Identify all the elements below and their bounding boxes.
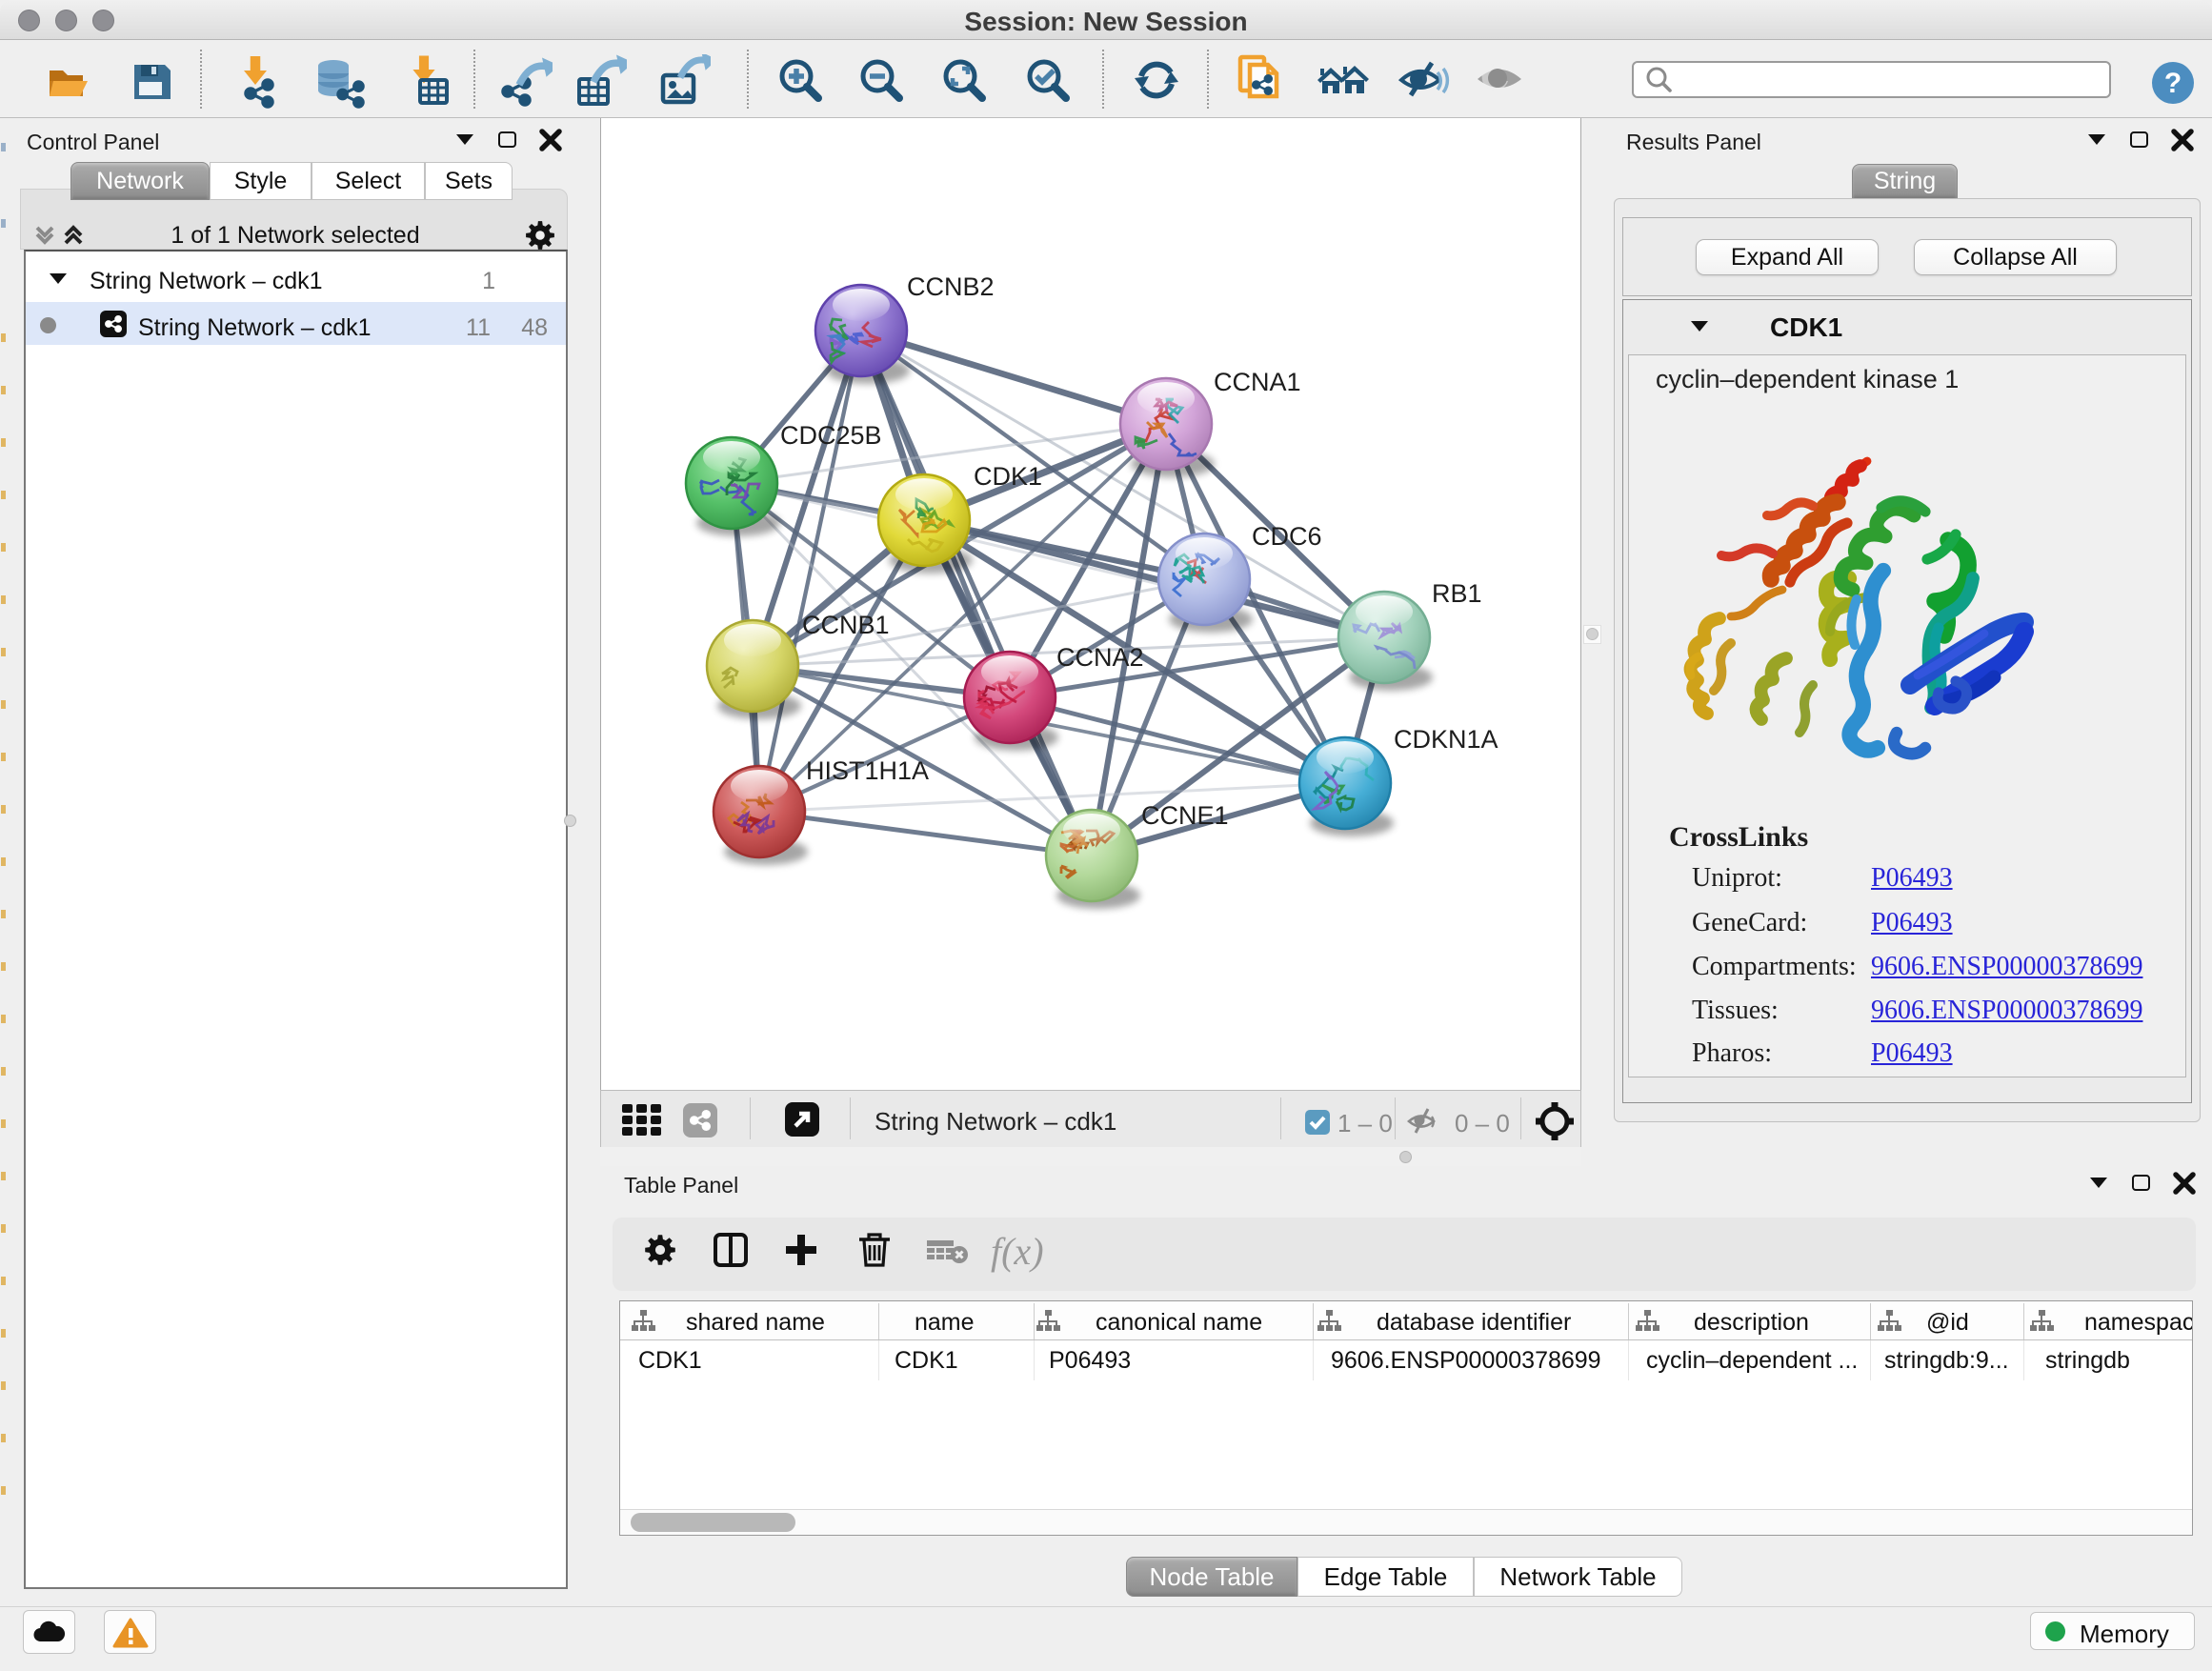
svg-text:RB1: RB1 (1432, 579, 1482, 608)
svg-text:CCNA2: CCNA2 (1056, 643, 1144, 672)
svg-text:CDC6: CDC6 (1252, 522, 1322, 551)
svg-text:?: ? (2164, 68, 2182, 99)
svg-text:CCNB2: CCNB2 (907, 272, 995, 301)
svg-text:CCNE1: CCNE1 (1141, 801, 1229, 830)
svg-text:CDC25B: CDC25B (780, 421, 882, 450)
svg-text:CCNB1: CCNB1 (802, 611, 890, 639)
svg-text:CCNA1: CCNA1 (1214, 368, 1301, 396)
svg-text:HIST1H1A: HIST1H1A (806, 756, 929, 785)
svg-text:CDK1: CDK1 (974, 462, 1042, 491)
svg-text:CDKN1A: CDKN1A (1394, 725, 1498, 754)
